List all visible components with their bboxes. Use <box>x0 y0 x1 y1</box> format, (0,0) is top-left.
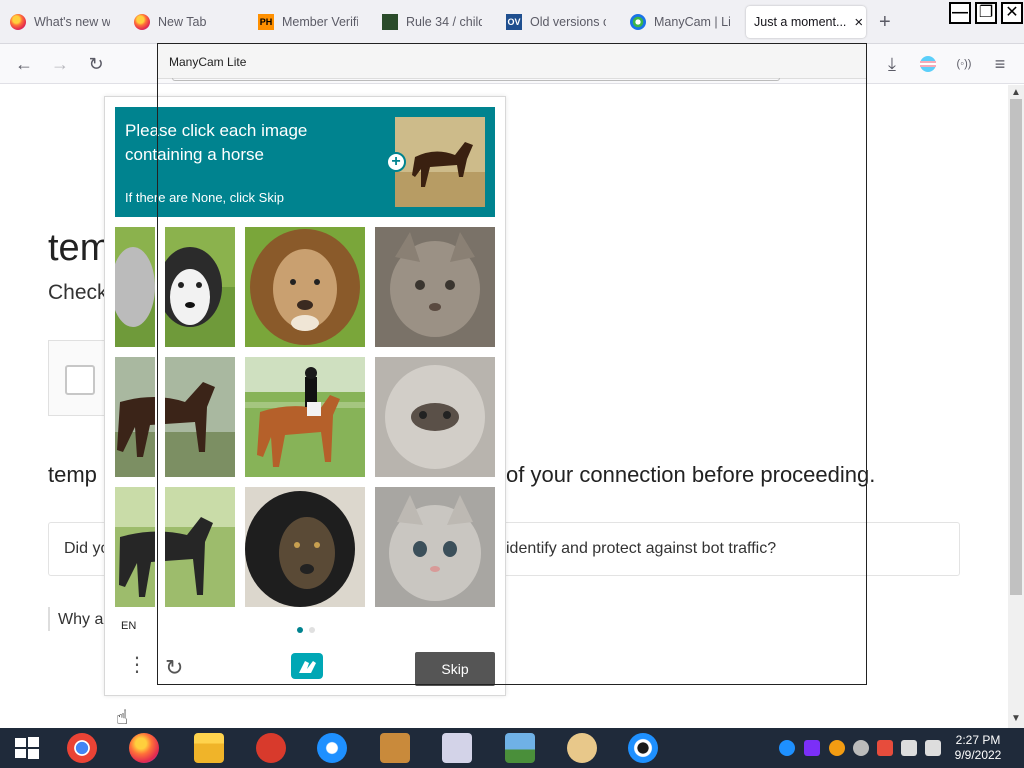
restore-button[interactable]: ❐ <box>975 2 997 24</box>
ov-icon: OV <box>506 14 522 30</box>
faq-divider <box>48 607 50 631</box>
tab-title: What's new wi <box>34 15 110 29</box>
reload-icon[interactable]: ↻ <box>84 52 108 76</box>
tab-rule34[interactable]: Rule 34 / child <box>382 6 482 38</box>
minus-tray-icon[interactable] <box>853 740 869 756</box>
tab-new-tab[interactable]: New Tab <box>134 6 234 38</box>
manycam-window: ManyCam Lite <box>157 43 867 685</box>
close-window-button[interactable]: ✕ <box>1001 2 1023 24</box>
extension-icon[interactable]: (◦)) <box>952 52 976 76</box>
captcha-checkbox[interactable] <box>65 365 95 395</box>
faq-why[interactable]: Why ar <box>58 611 109 629</box>
tab-title: Rule 34 / child <box>406 15 482 29</box>
manycam-icon <box>630 14 646 30</box>
language-selector[interactable]: EN <box>121 620 136 632</box>
tab-old-versions[interactable]: OV Old versions c <box>506 6 606 38</box>
tab-title: ManyCam | Li <box>654 15 730 29</box>
tab-title: New Tab <box>158 15 207 29</box>
manycam-titlebar[interactable]: ManyCam Lite <box>158 44 866 81</box>
account-icon[interactable] <box>916 52 940 76</box>
hand-cursor-icon: ☝ <box>116 707 129 729</box>
ph-icon: PH <box>258 14 274 30</box>
verification-text-left: temp <box>48 462 97 487</box>
chrome-icon[interactable] <box>67 733 97 763</box>
firefox-icon <box>10 14 26 30</box>
manycam-title: ManyCam Lite <box>169 55 247 69</box>
forward-icon[interactable]: → <box>48 52 72 76</box>
tab-member-verify[interactable]: PH Member Verifi <box>258 6 358 38</box>
page-subheading: Check <box>48 281 108 304</box>
back-icon[interactable]: ← <box>12 52 36 76</box>
tab-title: Just a moment... <box>754 15 847 29</box>
tab-manycam[interactable]: ManyCam | Li <box>630 6 730 38</box>
file-explorer-icon[interactable] <box>194 733 224 763</box>
tab-whats-new[interactable]: What's new wi <box>10 6 110 38</box>
windows-taskbar: 2:27 PM 9/9/2022 <box>0 728 1024 768</box>
scroll-up-icon[interactable]: ▲ <box>1011 87 1021 98</box>
network-icon[interactable] <box>901 740 917 756</box>
clock-time: 2:27 PM <box>955 733 1001 747</box>
manycam-icon[interactable] <box>628 733 658 763</box>
paint-app-icon[interactable] <box>380 733 410 763</box>
r34-icon <box>382 14 398 30</box>
close-icon[interactable]: × <box>854 14 863 31</box>
webcam-icon[interactable] <box>779 740 795 756</box>
page-scrollbar[interactable]: ▲ ▼ <box>1008 85 1024 728</box>
manycam-tray-icon[interactable] <box>804 740 820 756</box>
menu-icon[interactable]: ≡ <box>988 52 1012 76</box>
tab-just-a-moment[interactable]: Just a moment... × <box>746 6 866 38</box>
flag-icon[interactable] <box>877 740 893 756</box>
page-heading: tem <box>48 227 112 269</box>
system-clock[interactable]: 2:27 PM 9/9/2022 <box>946 733 1010 763</box>
new-tab-button[interactable]: + <box>879 12 891 32</box>
clock-date: 9/9/2022 <box>954 748 1002 762</box>
download-icon[interactable]: ⤓ <box>880 52 904 76</box>
search-tray-icon[interactable] <box>829 740 845 756</box>
faq-question-left: Did yo <box>64 540 110 557</box>
internet-explorer-icon[interactable] <box>317 733 347 763</box>
minimize-button[interactable]: — <box>949 2 971 24</box>
firefox-icon[interactable] <box>129 733 159 763</box>
manycam-divider <box>172 78 780 81</box>
start-icon[interactable] <box>14 735 40 761</box>
p-app-icon[interactable] <box>256 733 286 763</box>
scissors-icon[interactable] <box>442 733 472 763</box>
firefox-icon <box>134 14 150 30</box>
scrollbar-thumb[interactable] <box>1010 99 1022 595</box>
volume-icon[interactable] <box>925 740 941 756</box>
more-options-icon[interactable]: ⋮ <box>127 655 147 675</box>
photo-viewer-icon[interactable] <box>505 733 535 763</box>
palette-icon[interactable] <box>567 733 597 763</box>
tab-strip: What's new wi New Tab PH Member Verifi R… <box>0 0 1024 44</box>
scroll-down-icon[interactable]: ▼ <box>1011 713 1021 724</box>
tab-title: Old versions c <box>530 15 606 29</box>
tab-title: Member Verifi <box>282 15 358 29</box>
